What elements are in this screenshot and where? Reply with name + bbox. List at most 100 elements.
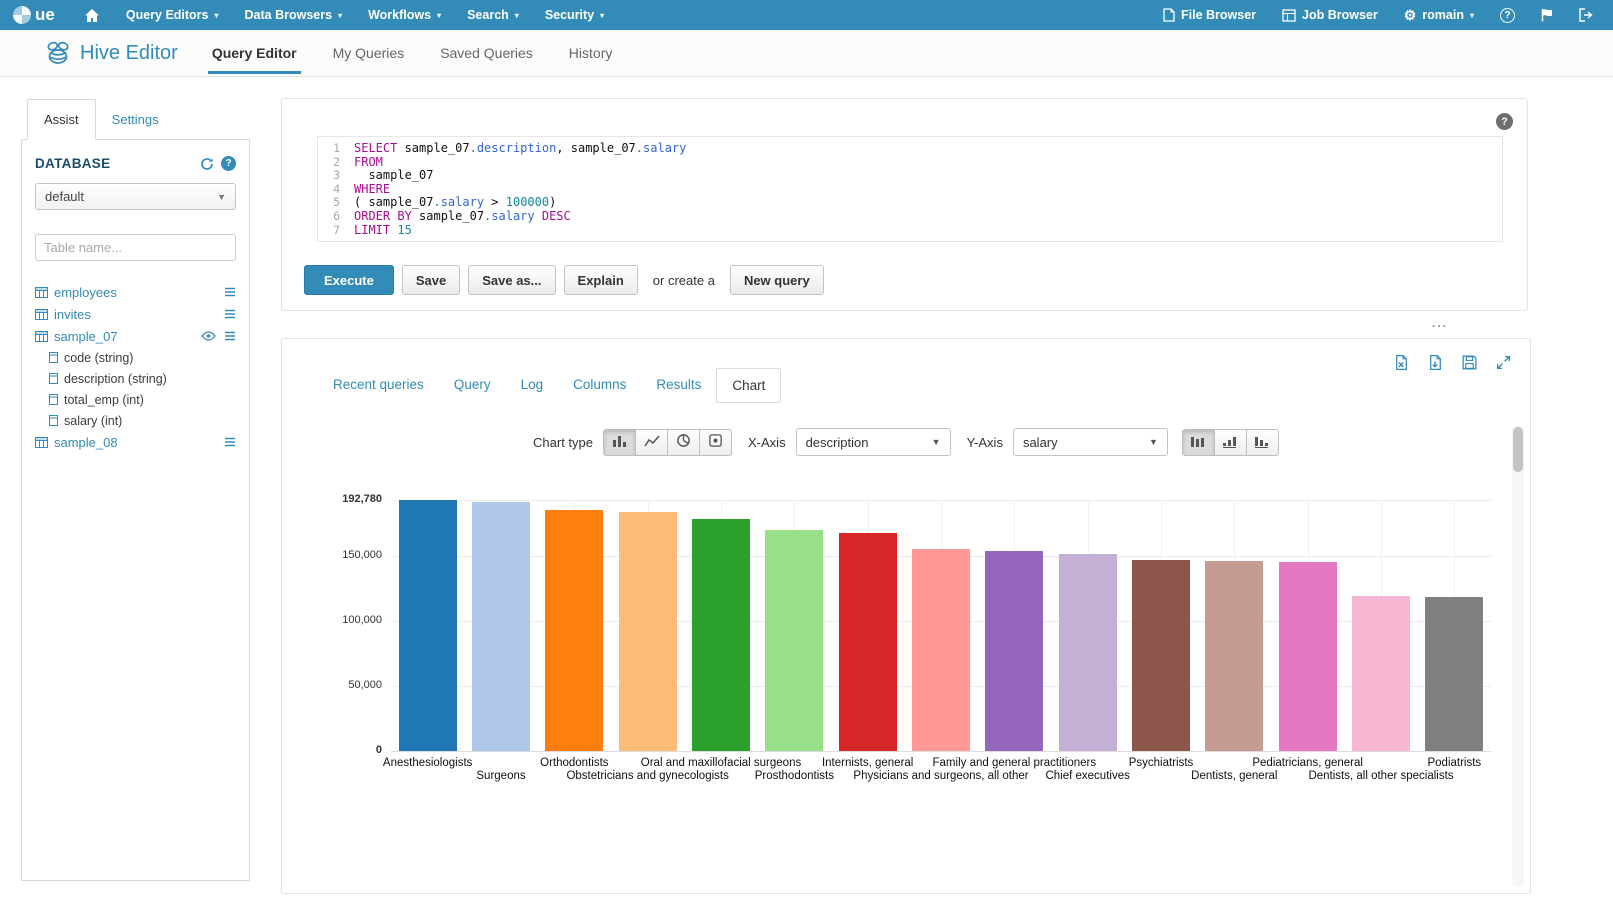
hue-logo[interactable]: ue [0, 5, 71, 25]
feedback-button[interactable] [1528, 0, 1566, 30]
table-name: employees [54, 285, 117, 300]
chart-bar[interactable] [839, 533, 897, 751]
expand-icon[interactable] [1495, 354, 1512, 371]
topnav-menu-label: Data Browsers [245, 8, 333, 22]
chart-bar[interactable] [985, 551, 1043, 751]
table-row[interactable]: sample_08 [35, 431, 236, 453]
chart-bar[interactable] [692, 519, 750, 751]
chart-bar[interactable] [472, 502, 530, 751]
chart-bar[interactable] [619, 512, 677, 751]
map-chart-button[interactable] [699, 429, 732, 456]
x-axis-line [391, 751, 1491, 752]
table-row[interactable]: employees [35, 281, 236, 303]
table-row[interactable]: sample_07 [35, 325, 236, 347]
new-query-button[interactable]: New query [730, 265, 824, 295]
chart-bar[interactable] [1279, 562, 1337, 751]
chart-bar[interactable] [765, 530, 823, 751]
sql-token: 100000 [506, 195, 549, 209]
query-editor-card: ? 1234567 SELECT sample_07.description, … [281, 98, 1528, 311]
table-menu-icon[interactable] [224, 437, 236, 447]
pie-chart-button[interactable] [667, 429, 700, 456]
code-line: LIMIT 15 [354, 224, 686, 238]
topnav-menu-workflows[interactable]: Workflows▾ [355, 0, 454, 30]
sort-desc-button[interactable] [1246, 429, 1279, 456]
x-axis-label: Chief executives [1045, 770, 1129, 782]
sort-none-button[interactable] [1182, 429, 1215, 456]
tab-query-editor[interactable]: Query Editor [194, 30, 315, 76]
tab-results[interactable]: Results [641, 368, 716, 403]
tab-settings[interactable]: Settings [96, 99, 175, 139]
chart-bar[interactable] [1059, 554, 1117, 751]
scrollbar-thumb[interactable] [1513, 427, 1523, 472]
tab-saved-queries[interactable]: Saved Queries [422, 30, 551, 76]
tab-assist[interactable]: Assist [27, 99, 96, 140]
job-browser-link[interactable]: Job Browser [1269, 0, 1391, 30]
save-as-button[interactable]: Save as... [468, 265, 555, 295]
explain-button[interactable]: Explain [564, 265, 638, 295]
column-row[interactable]: salary (int) [35, 410, 236, 431]
table-menu-icon[interactable] [224, 309, 236, 319]
database-select[interactable]: default ▼ [35, 183, 236, 210]
table-name: invites [54, 307, 91, 322]
save-button[interactable]: Save [402, 265, 460, 295]
chart-bar[interactable] [912, 549, 970, 751]
export-csv-icon[interactable] [1427, 354, 1444, 371]
logout-button[interactable] [1566, 0, 1607, 30]
x-axis-select[interactable]: description ▼ [796, 428, 951, 456]
column-row[interactable]: code (string) [35, 347, 236, 368]
x-axis-value: description [806, 435, 869, 450]
tab-columns[interactable]: Columns [558, 368, 641, 403]
editor-help-icon[interactable]: ? [1496, 113, 1513, 130]
line-chart-button[interactable] [635, 429, 668, 456]
column-row[interactable]: total_emp (int) [35, 389, 236, 410]
tab-my-queries[interactable]: My Queries [315, 30, 423, 76]
bee-icon [44, 40, 72, 66]
app-header: Hive Editor Query EditorMy QueriesSaved … [0, 30, 1613, 77]
code-line: SELECT sample_07.description, sample_07.… [354, 142, 686, 156]
topnav-menu-query-editors[interactable]: Query Editors▾ [113, 0, 232, 30]
sort-asc-button[interactable] [1214, 429, 1247, 456]
database-help-icon[interactable]: ? [221, 156, 236, 171]
table-menu-icon[interactable] [224, 287, 236, 297]
chart-bar[interactable] [1352, 596, 1410, 751]
tab-log[interactable]: Log [506, 368, 559, 403]
execute-button[interactable]: Execute [304, 265, 394, 295]
chart-bar[interactable] [1132, 560, 1190, 751]
tab-recent-queries[interactable]: Recent queries [318, 368, 439, 403]
topnav-menu-search[interactable]: Search▾ [454, 0, 532, 30]
tab-history[interactable]: History [551, 30, 631, 76]
preview-icon[interactable] [201, 331, 216, 341]
chart-bar[interactable] [545, 510, 603, 751]
tab-chart[interactable]: Chart [716, 368, 781, 403]
table-menu-icon[interactable] [224, 331, 236, 341]
column-row[interactable]: description (string) [35, 368, 236, 389]
resize-handle[interactable]: ... [1432, 316, 1448, 330]
file-browser-link[interactable]: File Browser [1150, 0, 1269, 30]
topnav-menu-data-browsers[interactable]: Data Browsers▾ [232, 0, 356, 30]
y-axis-select[interactable]: salary ▼ [1013, 428, 1168, 456]
hive-editor-logo[interactable]: Hive Editor [44, 40, 178, 66]
x-axis-label: Oral and maxillofacial surgeons [641, 757, 801, 769]
chart-bar[interactable] [399, 500, 457, 751]
tab-query[interactable]: Query [439, 368, 506, 403]
chart-bar[interactable] [1205, 561, 1263, 751]
home-button[interactable] [71, 0, 113, 30]
chart-bar[interactable] [1425, 597, 1483, 751]
line-number: 2 [318, 156, 340, 170]
x-axis-label: Psychiatrists [1129, 757, 1194, 769]
table-filter-input[interactable] [35, 234, 236, 261]
export-excel-icon[interactable] [1393, 354, 1410, 371]
table-name: sample_07 [54, 329, 118, 344]
save-results-icon[interactable] [1461, 354, 1478, 371]
line-number: 4 [318, 183, 340, 197]
chevron-down-icon: ▾ [1470, 11, 1474, 20]
chevron-down-icon: ▾ [437, 11, 441, 20]
topnav-menu-security[interactable]: Security▾ [532, 0, 617, 30]
bar-chart-button[interactable] [603, 429, 636, 456]
column-name: code (string) [64, 351, 133, 365]
help-button[interactable]: ? [1487, 0, 1528, 30]
refresh-icon[interactable] [200, 157, 214, 171]
table-row[interactable]: invites [35, 303, 236, 325]
user-menu[interactable]: ⚙ romain ▾ [1391, 0, 1487, 30]
sql-editor[interactable]: 1234567 SELECT sample_07.description, sa… [317, 136, 1503, 242]
